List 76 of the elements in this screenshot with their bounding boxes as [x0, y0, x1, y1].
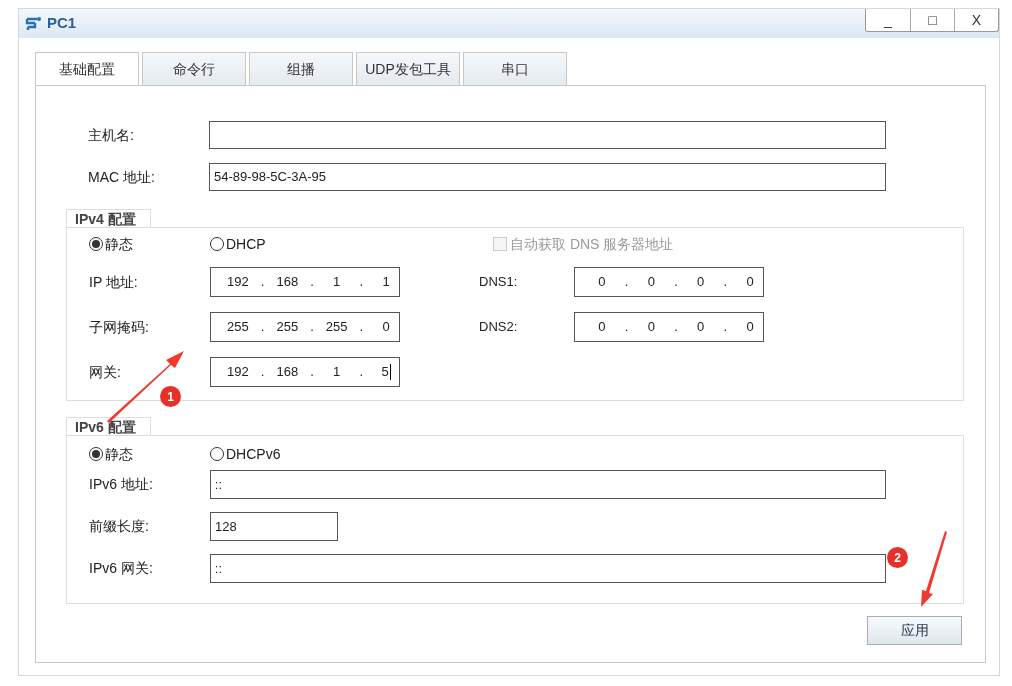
radio-label: 静态 — [105, 234, 133, 254]
octet-value: 0 — [647, 318, 655, 337]
octet-separator: . — [674, 273, 678, 292]
octet-value: 5 — [381, 363, 389, 382]
text-field[interactable] — [209, 121, 886, 149]
octet-separator: . — [359, 318, 364, 337]
octet-separator: . — [359, 363, 364, 382]
tab[interactable]: 基础配置 — [35, 52, 139, 85]
window-title: PC1 — [47, 13, 77, 34]
octet-value: 168 — [276, 363, 299, 382]
group-title: IPv4 配置 — [66, 209, 151, 228]
window-control-button[interactable]: □ — [910, 9, 954, 31]
radio-label: DHCP — [226, 234, 266, 254]
field-label: IP 地址: — [89, 272, 139, 292]
window-control-button[interactable]: _ — [866, 9, 910, 31]
text-field[interactable]: :: — [209, 470, 886, 499]
field-label: 主机名: — [88, 125, 135, 145]
octet-separator: . — [310, 318, 314, 337]
text-field[interactable]: 54-89-98-5C-3A-95 — [209, 163, 886, 191]
octet-separator: . — [260, 273, 265, 292]
tab[interactable]: UDP发包工具 — [356, 52, 460, 85]
octet-separator: . — [359, 273, 364, 292]
radio-label: 静态 — [105, 444, 133, 464]
octet-separator: . — [723, 318, 728, 337]
octet-separator: . — [310, 363, 314, 382]
octet-value: 0 — [697, 318, 705, 337]
octet-separator: . — [624, 318, 629, 337]
field-label: MAC 地址: — [88, 167, 156, 187]
radio-button[interactable] — [210, 447, 224, 461]
ip-address-field[interactable]: 0 . 0 . 0 . 0 — [574, 267, 764, 297]
field-label: IPv6 地址: — [89, 475, 154, 494]
octet-separator: . — [674, 318, 678, 337]
octet-value: 192 — [227, 363, 249, 382]
radio-label: DHCPv6 — [226, 444, 281, 464]
octet-value: 1 — [382, 273, 390, 292]
octet-value: 0 — [598, 273, 606, 292]
field-label: 网关: — [89, 362, 122, 382]
octet-value: 168 — [276, 273, 299, 292]
field-label: 子网掩码: — [89, 317, 150, 337]
window-control-button[interactable]: X — [954, 9, 998, 31]
octet-value: 0 — [697, 273, 705, 292]
octet-value: 255 — [276, 318, 299, 337]
octet-value: 1 — [333, 273, 341, 292]
radio-button[interactable] — [210, 237, 224, 251]
octet-value: 0 — [647, 273, 655, 292]
ip-address-field[interactable]: 192 . 168 . 1 . 1 — [210, 267, 400, 297]
field-label: DNS1: — [479, 273, 519, 292]
tab[interactable]: 串口 — [463, 52, 567, 85]
apply-button[interactable]: 应用 — [867, 616, 962, 645]
checkbox-label: 自动获取 DNS 服务器地址 — [510, 234, 674, 254]
octet-separator: . — [310, 273, 314, 292]
ip-address-field[interactable]: 0 . 0 . 0 . 0 — [574, 312, 764, 342]
text-field[interactable]: :: — [209, 554, 886, 583]
octet-separator: . — [260, 363, 265, 382]
radio-button[interactable] — [89, 237, 103, 251]
tab[interactable]: 组播 — [249, 52, 353, 85]
octet-value: 0 — [746, 273, 754, 292]
octet-value: 0 — [746, 318, 754, 337]
ip-address-field[interactable]: 255 . 255 . 255 . 0 — [210, 312, 400, 342]
octet-separator: . — [723, 273, 728, 292]
octet-separator: . — [260, 318, 265, 337]
octet-value: 0 — [382, 318, 390, 337]
octet-value: 255 — [227, 318, 249, 337]
network-icon — [25, 15, 43, 32]
radio-button[interactable] — [89, 447, 103, 461]
text-field[interactable]: 128 — [210, 512, 338, 541]
octet-value: 255 — [325, 318, 348, 337]
field-label: 前缀长度: — [89, 517, 150, 536]
octet-value: 192 — [227, 273, 249, 292]
octet-value: 1 — [333, 363, 341, 382]
octet-value: 0 — [598, 318, 606, 337]
tab[interactable]: 命令行 — [142, 52, 246, 85]
octet-separator: . — [624, 273, 629, 292]
field-label: DNS2: — [479, 318, 519, 337]
field-label: IPv6 网关: — [89, 559, 154, 578]
ip-address-field[interactable]: 192 . 168 . 1 . 5 — [210, 357, 400, 387]
